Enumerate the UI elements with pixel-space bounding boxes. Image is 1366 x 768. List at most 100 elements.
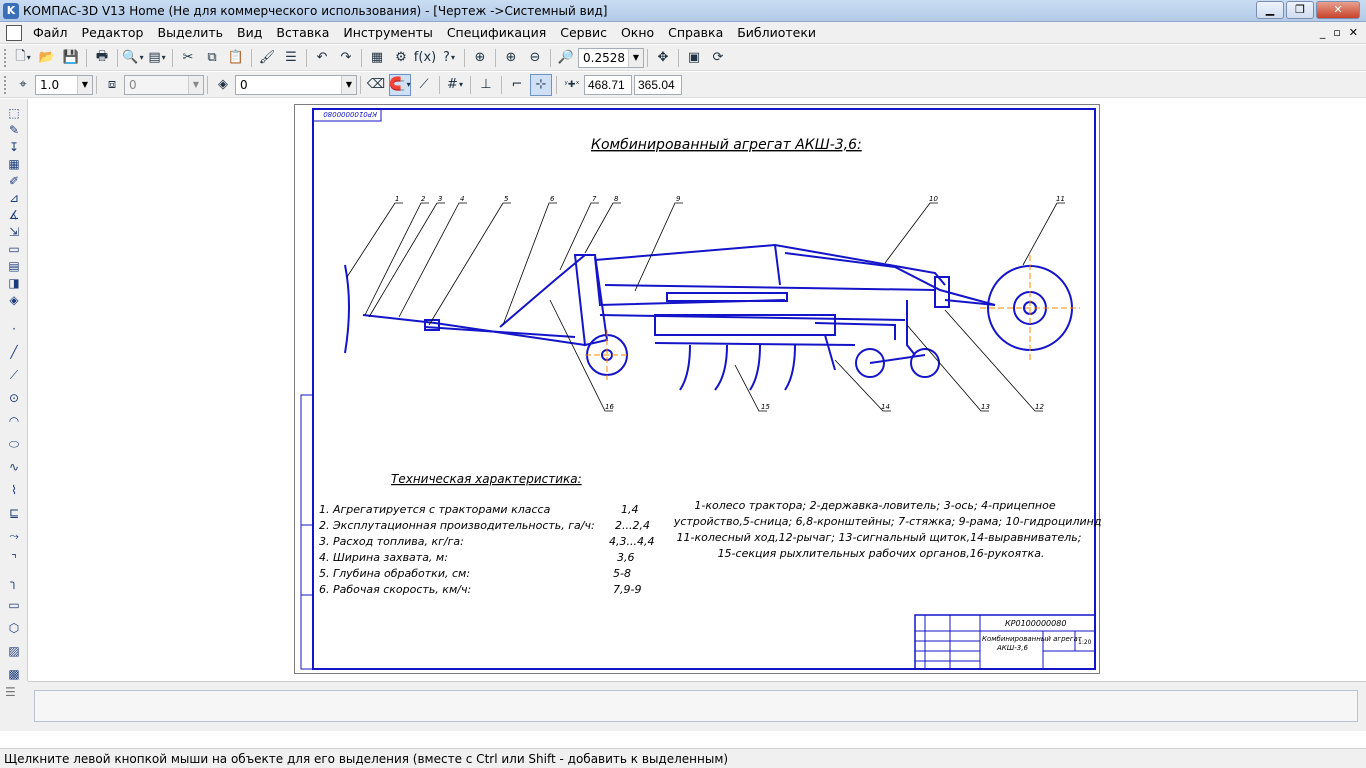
layer-state-icon[interactable]: ⧈: [101, 74, 123, 96]
maximize-button[interactable]: ❐: [1286, 1, 1314, 19]
paste-icon[interactable]: 📋: [225, 47, 247, 69]
help-pointer-icon[interactable]: ?: [438, 47, 460, 69]
chevron-down-icon[interactable]: ▼: [628, 48, 643, 67]
measure-panel-icon[interactable]: ∡: [3, 207, 25, 224]
menu-tools[interactable]: Инструменты: [336, 25, 439, 40]
grid-icon[interactable]: #: [444, 74, 466, 96]
edit-panel-icon[interactable]: ✐: [3, 173, 25, 190]
layer-select[interactable]: 0 ▼: [124, 74, 204, 95]
document-manager-icon[interactable]: ▤: [146, 47, 168, 69]
chevron-down-icon[interactable]: ▼: [188, 75, 203, 94]
parametrization-panel-icon[interactable]: ⊿: [3, 190, 25, 207]
coord-y-field[interactable]: [634, 74, 682, 95]
arc-tool-icon[interactable]: ◠: [3, 413, 25, 430]
contour-tool-icon[interactable]: ⊑: [3, 505, 25, 522]
format-painter-icon[interactable]: 🖌: [256, 47, 278, 69]
menu-editor[interactable]: Редактор: [75, 25, 151, 40]
properties-icon[interactable]: ☰: [280, 47, 302, 69]
mdi-minimize-button[interactable]: _: [1320, 26, 1326, 39]
callout-label: 9: [676, 195, 681, 203]
close-button[interactable]: ✕: [1316, 1, 1360, 19]
geometry-panel-icon[interactable]: ✎: [3, 122, 25, 139]
drawing-sheet[interactable]: КР0100000080 Комбинированный агрегат АКШ…: [294, 104, 1101, 674]
local-cs-icon[interactable]: ⌖: [12, 74, 34, 96]
mdi-restore-button[interactable]: ▫: [1333, 26, 1340, 39]
bezier-tool-icon[interactable]: ⤳: [3, 528, 25, 545]
chevron-down-icon[interactable]: ▼: [77, 75, 92, 94]
menu-insert[interactable]: Вставка: [269, 25, 336, 40]
stamp-corner: КР0100000080: [323, 110, 377, 118]
menu-view[interactable]: Вид: [230, 25, 269, 40]
line-tool-icon[interactable]: ╱: [3, 344, 25, 361]
save-icon[interactable]: 💾: [60, 47, 82, 69]
menu-window[interactable]: Окно: [614, 25, 661, 40]
print-icon[interactable]: 🖶: [91, 47, 113, 69]
toolbar-grip[interactable]: [4, 48, 8, 67]
segment-tool-icon[interactable]: ⟋: [3, 367, 25, 384]
document-icon[interactable]: [6, 24, 22, 41]
insertions-panel-icon[interactable]: ◈: [3, 292, 25, 309]
spline-tool-icon[interactable]: ∿: [3, 459, 25, 476]
menu-file[interactable]: Файл: [26, 25, 75, 40]
rectangle-tool-icon[interactable]: ▭: [3, 597, 25, 614]
zoom-in-icon[interactable]: ⊕: [500, 47, 522, 69]
variables-icon[interactable]: f(x): [414, 47, 436, 69]
spec-value: 4,3...4,4: [609, 535, 654, 548]
layers-icon[interactable]: ◈: [212, 74, 234, 96]
preview-icon[interactable]: 🔍: [122, 47, 144, 69]
coordinate-system-icon[interactable]: ⊥: [475, 74, 497, 96]
zoom-out-icon[interactable]: ⊖: [524, 47, 546, 69]
minimize-button[interactable]: ▁: [1256, 1, 1284, 19]
redo-icon[interactable]: ↷: [335, 47, 357, 69]
eraser-icon[interactable]: ⌫: [365, 74, 387, 96]
associative-views-icon[interactable]: ▭: [3, 241, 25, 258]
mdi-close-button[interactable]: ✕: [1349, 26, 1358, 39]
menu-service[interactable]: Сервис: [553, 25, 614, 40]
coord-x-field[interactable]: [584, 74, 632, 95]
menu-select[interactable]: Выделить: [151, 25, 231, 40]
open-folder-icon[interactable]: 📂: [36, 47, 58, 69]
menu-libraries[interactable]: Библиотеки: [730, 25, 823, 40]
spec-label: 3. Расход топлива, кг/га:: [319, 535, 464, 548]
circle-tool-icon[interactable]: ⊙: [3, 390, 25, 407]
ortho-icon[interactable]: ⟋: [413, 74, 435, 96]
manager-icon[interactable]: ▦: [366, 47, 388, 69]
copy-icon[interactable]: ⧉: [201, 47, 223, 69]
pan-icon[interactable]: ✥: [652, 47, 674, 69]
style-select[interactable]: 0 ▼: [235, 74, 357, 95]
zoom-window-icon[interactable]: ⊕: [469, 47, 491, 69]
menu-help[interactable]: Справка: [661, 25, 730, 40]
undo-icon[interactable]: ↶: [311, 47, 333, 69]
callout-label: 11: [1056, 195, 1065, 203]
cut-icon[interactable]: ✂: [177, 47, 199, 69]
polygon-tool-icon[interactable]: ⬡: [3, 620, 25, 637]
select-tool-icon[interactable]: ⬚: [3, 105, 25, 122]
new-document-icon[interactable]: 🗋: [12, 47, 34, 69]
library-icon[interactable]: ⚙: [390, 47, 412, 69]
table-panel-icon[interactable]: ▦: [3, 156, 25, 173]
chevron-down-icon[interactable]: ▼: [341, 75, 356, 94]
orthogonal-mode-icon[interactable]: ⌐: [506, 74, 528, 96]
properties-panel-area[interactable]: [34, 690, 1358, 722]
fillet-tool-icon[interactable]: ╮: [3, 574, 25, 591]
zoom-select[interactable]: 0.2528 ▼: [578, 47, 644, 68]
hatch-tool-icon[interactable]: ▨: [3, 643, 25, 660]
kompas-icon[interactable]: K: [3, 2, 19, 19]
line-scale-select[interactable]: 1.0 ▼: [35, 74, 93, 95]
zoom-scale-icon[interactable]: 🔎: [555, 47, 577, 69]
polyline-tool-icon[interactable]: ⌇: [3, 482, 25, 499]
select-panel-icon[interactable]: ⇲: [3, 224, 25, 241]
point-tool-icon[interactable]: ·: [3, 321, 25, 338]
cursor-coords-icon[interactable]: ⊹: [530, 73, 552, 96]
ellipse-tool-icon[interactable]: ⬭: [3, 436, 25, 453]
snap-magnet-icon[interactable]: 🧲: [389, 73, 411, 96]
menu-specification[interactable]: Спецификация: [440, 25, 553, 40]
dimensions-panel-icon[interactable]: ↧: [3, 139, 25, 156]
chamfer-tool-icon[interactable]: ⌝: [3, 551, 25, 568]
toolbar-grip[interactable]: [4, 75, 8, 94]
properties-panel-icon[interactable]: ☰: [5, 685, 28, 699]
spec-panel-icon[interactable]: ▤: [3, 258, 25, 275]
show-all-icon[interactable]: ▣: [683, 47, 705, 69]
reports-panel-icon[interactable]: ◨: [3, 275, 25, 292]
refresh-icon[interactable]: ⟳: [707, 47, 729, 69]
